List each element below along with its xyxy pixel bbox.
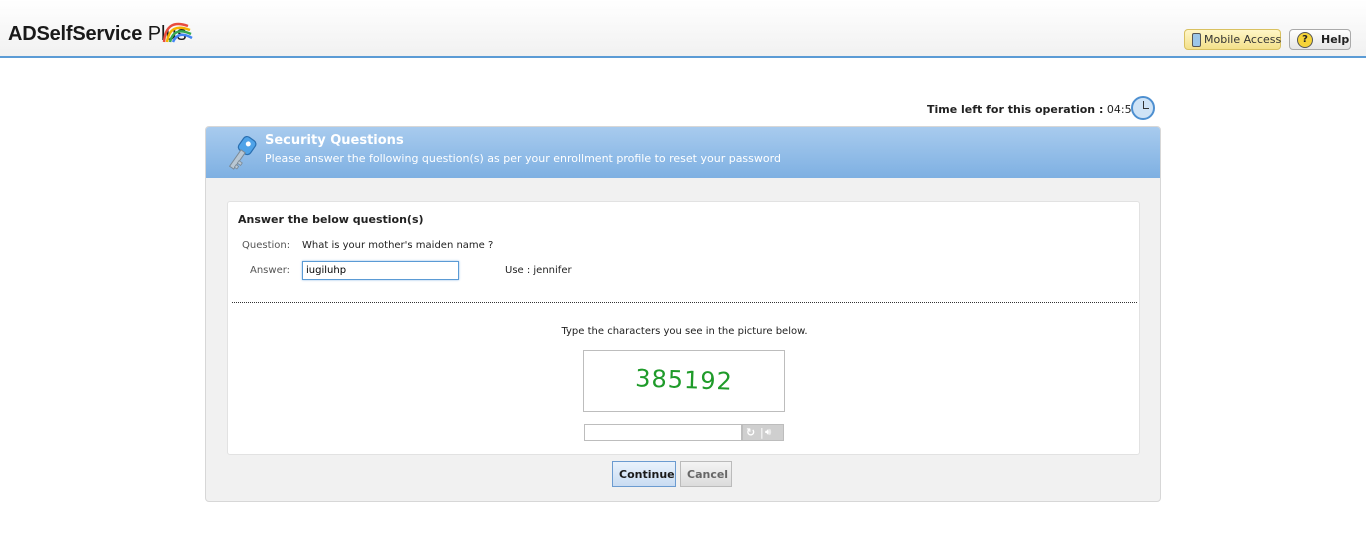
continue-button[interactable]: Continue [612, 461, 676, 487]
captcha-tools-separator: | [760, 426, 764, 439]
question-form: Answer the below question(s) Question: W… [227, 201, 1140, 455]
mobile-access-button[interactable]: Mobile Access [1184, 29, 1281, 50]
captcha-tools: ↻ | 🔊︎ [742, 424, 784, 441]
captcha-image-text: 385192 [634, 364, 734, 396]
speaker-icon[interactable]: 🔊︎ [765, 425, 771, 440]
mobile-phone-icon [1192, 33, 1201, 47]
clock-icon [1131, 96, 1155, 120]
captcha-image: 385192 [583, 350, 785, 412]
operation-timer: Time left for this operation : 04:50 [927, 103, 1139, 116]
help-label: Help [1321, 33, 1350, 46]
app-header: ADSelfService Plus Mobile Access ? Help [0, 0, 1366, 58]
question-mark-icon: ? [1297, 32, 1313, 48]
cancel-button[interactable]: Cancel [680, 461, 732, 487]
panel-subtitle: Please answer the following question(s) … [265, 152, 781, 165]
panel-header: Security Questions Please answer the fol… [206, 127, 1160, 178]
answer-input[interactable] [302, 261, 459, 280]
captcha-input[interactable] [584, 424, 742, 441]
answer-label: Answer: [250, 265, 291, 276]
timer-label: Time left for this operation : [927, 103, 1104, 116]
section-divider [232, 302, 1137, 303]
mobile-access-label: Mobile Access [1204, 33, 1282, 46]
key-icon [228, 135, 257, 170]
panel-title: Security Questions [265, 133, 404, 148]
refresh-icon[interactable]: ↻ [746, 425, 755, 440]
captcha-instruction: Type the characters you see in the pictu… [561, 326, 808, 337]
answer-hint: Use : jennifer [505, 265, 572, 276]
question-text: What is your mother's maiden name ? [302, 240, 494, 251]
help-button[interactable]: ? Help [1289, 29, 1351, 50]
security-questions-panel: Security Questions Please answer the fol… [205, 126, 1161, 502]
form-heading: Answer the below question(s) [238, 213, 424, 226]
logo-name: ADSelfService [8, 23, 143, 45]
logo-arcs-icon [162, 22, 193, 43]
question-label: Question: [242, 240, 291, 251]
